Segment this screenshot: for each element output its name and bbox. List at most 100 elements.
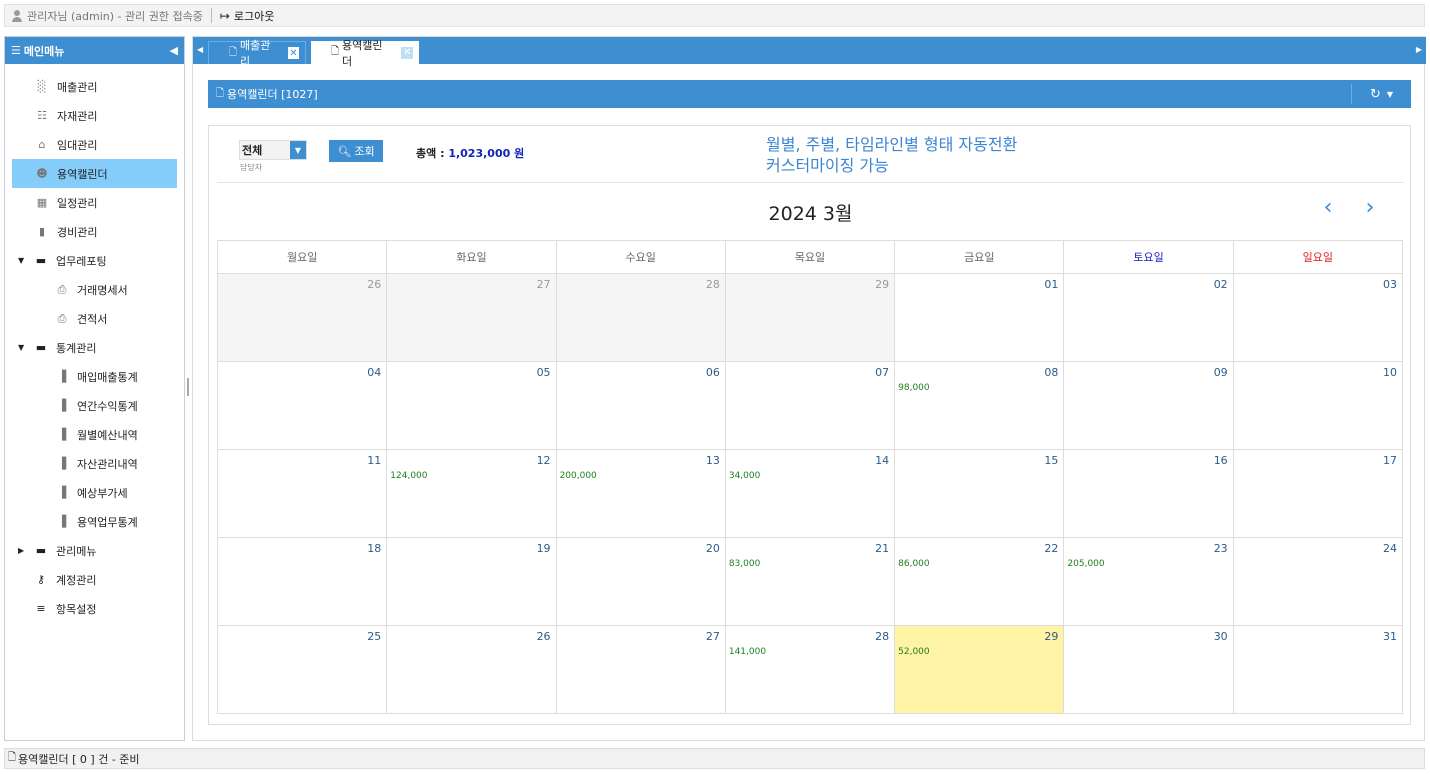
calendar-day[interactable]: 27	[556, 626, 725, 713]
tab-sales[interactable]: 🗋 매출관리 ✕	[208, 41, 306, 64]
calendar-day[interactable]: 05	[386, 362, 555, 449]
prev-month-button[interactable]: ‹	[1315, 194, 1341, 220]
calendar-day[interactable]: 19	[386, 538, 555, 625]
calendar-day[interactable]: 01	[894, 274, 1063, 361]
search-button[interactable]: 🔍︎ 조회	[329, 140, 383, 162]
sidebar-item-label: 항목설정	[56, 601, 96, 617]
calendar-day[interactable]: 18	[217, 538, 386, 625]
calendar-day[interactable]: 26	[386, 626, 555, 713]
weekday-sun: 일요일	[1233, 241, 1403, 273]
next-month-button[interactable]: ›	[1357, 194, 1383, 220]
calendar-week: 1112124,00013200,0001434,000151617	[217, 450, 1403, 538]
calendar-event[interactable]: 34,000	[729, 471, 761, 481]
sidebar-item-annual-profit[interactable]: ▐ 연간수익통계	[5, 391, 184, 420]
sidebar-item-service-calendar[interactable]: ☻ 용역캘린더	[12, 159, 177, 188]
calendar-day[interactable]: 03	[1233, 274, 1403, 361]
calendar-day[interactable]: 07	[725, 362, 894, 449]
calendar-title: 2024 3월	[209, 199, 1412, 226]
refresh-menu-button[interactable]: ↻ ▼	[1351, 84, 1411, 104]
sidebar-group-admin[interactable]: ▶ ▬ 관리메뉴	[5, 536, 184, 565]
calendar-day[interactable]: 20	[556, 538, 725, 625]
calendar-day[interactable]: 1434,000	[725, 450, 894, 537]
sidebar-item-asset-management[interactable]: ▐ 자산관리내역	[5, 449, 184, 478]
sidebar-item-label: 임대관리	[57, 137, 97, 153]
sidebar-group-report[interactable]: ▼ ▬ 업무레포팅	[5, 246, 184, 275]
calendar-day[interactable]: 2183,000	[725, 538, 894, 625]
calendar-day[interactable]: 25	[217, 626, 386, 713]
hamburger-icon[interactable]: ☰	[11, 44, 21, 57]
sidebar-item-settings[interactable]: ≡ 항목설정	[5, 594, 184, 623]
calendar-day[interactable]: 27	[386, 274, 555, 361]
day-number: 27	[706, 630, 720, 643]
calendar-day[interactable]: 04	[217, 362, 386, 449]
close-icon[interactable]: ✕	[288, 47, 299, 59]
calendar-day[interactable]: 09	[1063, 362, 1232, 449]
sidebar-item-quote[interactable]: ⎙ 견적서	[5, 304, 184, 333]
calendar-event[interactable]: 52,000	[898, 647, 930, 657]
sidebar-item-expenses[interactable]: ▮ 경비관리	[5, 217, 184, 246]
manager-select[interactable]: 전체 ▼	[239, 140, 307, 160]
chevron-down-icon[interactable]: ▼	[290, 141, 306, 159]
sidebar-item-label: 월별예산내역	[77, 427, 138, 443]
calendar-event[interactable]: 98,000	[898, 383, 930, 393]
chevron-down-icon: ▼	[1387, 90, 1393, 99]
sidebar-item-materials[interactable]: ☷ 자재관리	[5, 101, 184, 130]
calendar-day[interactable]: 24	[1233, 538, 1403, 625]
document-icon: 🗋	[229, 45, 237, 62]
panel-header: 🗋 용역캘린더 [1027] ↻ ▼	[208, 80, 1411, 108]
sidebar-item-label: 견적서	[77, 311, 107, 327]
calendar-day[interactable]: 16	[1063, 450, 1232, 537]
calendar-day[interactable]: 0898,000	[894, 362, 1063, 449]
calendar-day-today[interactable]: 2952,000	[894, 626, 1063, 713]
calendar-day[interactable]: 15	[894, 450, 1063, 537]
day-number: 20	[706, 542, 720, 555]
calendar-event[interactable]: 124,000	[390, 471, 427, 481]
print-icon: ⎙	[55, 312, 69, 326]
calendar-day[interactable]: 29	[725, 274, 894, 361]
sidebar-item-monthly-budget[interactable]: ▐ 월별예산내역	[5, 420, 184, 449]
day-number: 07	[875, 366, 889, 379]
calendar-day[interactable]: 31	[1233, 626, 1403, 713]
sidebar-item-statement[interactable]: ⎙ 거래명세서	[5, 275, 184, 304]
calendar-day[interactable]: 2286,000	[894, 538, 1063, 625]
calendar-day[interactable]: 30	[1063, 626, 1232, 713]
splitter-handle[interactable]	[187, 378, 189, 396]
calendar-day[interactable]: 13200,000	[556, 450, 725, 537]
sidebar-item-expected-vat[interactable]: ▐ 예상부가세	[5, 478, 184, 507]
calendar-day[interactable]: 23205,000	[1063, 538, 1232, 625]
calendar-day[interactable]: 17	[1233, 450, 1403, 537]
day-number: 04	[367, 366, 381, 379]
calendar-event[interactable]: 86,000	[898, 559, 930, 569]
sidebar-item-purchase-sales-stats[interactable]: ▐ 매입매출통계	[5, 362, 184, 391]
calendar-day[interactable]: 26	[217, 274, 386, 361]
calendar-event[interactable]: 205,000	[1067, 559, 1104, 569]
calendar-day[interactable]: 28	[556, 274, 725, 361]
sidebar-item-rental[interactable]: ⌂ 임대관리	[5, 130, 184, 159]
sidebar-group-stats[interactable]: ▼ ▬ 통계관리	[5, 333, 184, 362]
sidebar-item-account[interactable]: ⚷ 계정관리	[5, 565, 184, 594]
calendar-day[interactable]: 28141,000	[725, 626, 894, 713]
collapse-sidebar-icon[interactable]: ◀	[170, 44, 178, 57]
calendar-day[interactable]: 10	[1233, 362, 1403, 449]
calendar-day[interactable]: 02	[1063, 274, 1232, 361]
calendar-day[interactable]: 06	[556, 362, 725, 449]
calendar-day[interactable]: 11	[217, 450, 386, 537]
logout-icon[interactable]: ↦	[220, 9, 230, 23]
sidebar-item-service-stats[interactable]: ▐ 용역업무통계	[5, 507, 184, 536]
user-status: 관리자님 (admin) - 관리 권한 접속중	[27, 8, 203, 24]
calendar-event[interactable]: 83,000	[729, 559, 761, 569]
calendar-event[interactable]: 141,000	[729, 647, 766, 657]
file-icon: ▮	[35, 225, 49, 238]
tab-scroll-right-icon[interactable]: ▶	[1416, 45, 1422, 54]
tab-service-calendar[interactable]: 🗋 용역캘린더 ✕	[311, 41, 419, 64]
close-icon[interactable]: ✕	[401, 47, 413, 59]
sidebar-item-schedule[interactable]: ▦ 일정관리	[5, 188, 184, 217]
bar-chart-icon: ▐	[55, 428, 69, 441]
calendar-day[interactable]: 12124,000	[386, 450, 555, 537]
chart-icon: ░	[35, 80, 49, 93]
tab-bar: ◀ 🗋 매출관리 ✕ 🗋 용역캘린더 ✕ ▶	[193, 37, 1426, 64]
tab-scroll-left-icon[interactable]: ◀	[197, 45, 203, 54]
logout-link[interactable]: 로그아웃	[234, 8, 274, 24]
calendar-event[interactable]: 200,000	[560, 471, 597, 481]
sidebar-item-sales[interactable]: ░ 매출관리	[5, 72, 184, 101]
